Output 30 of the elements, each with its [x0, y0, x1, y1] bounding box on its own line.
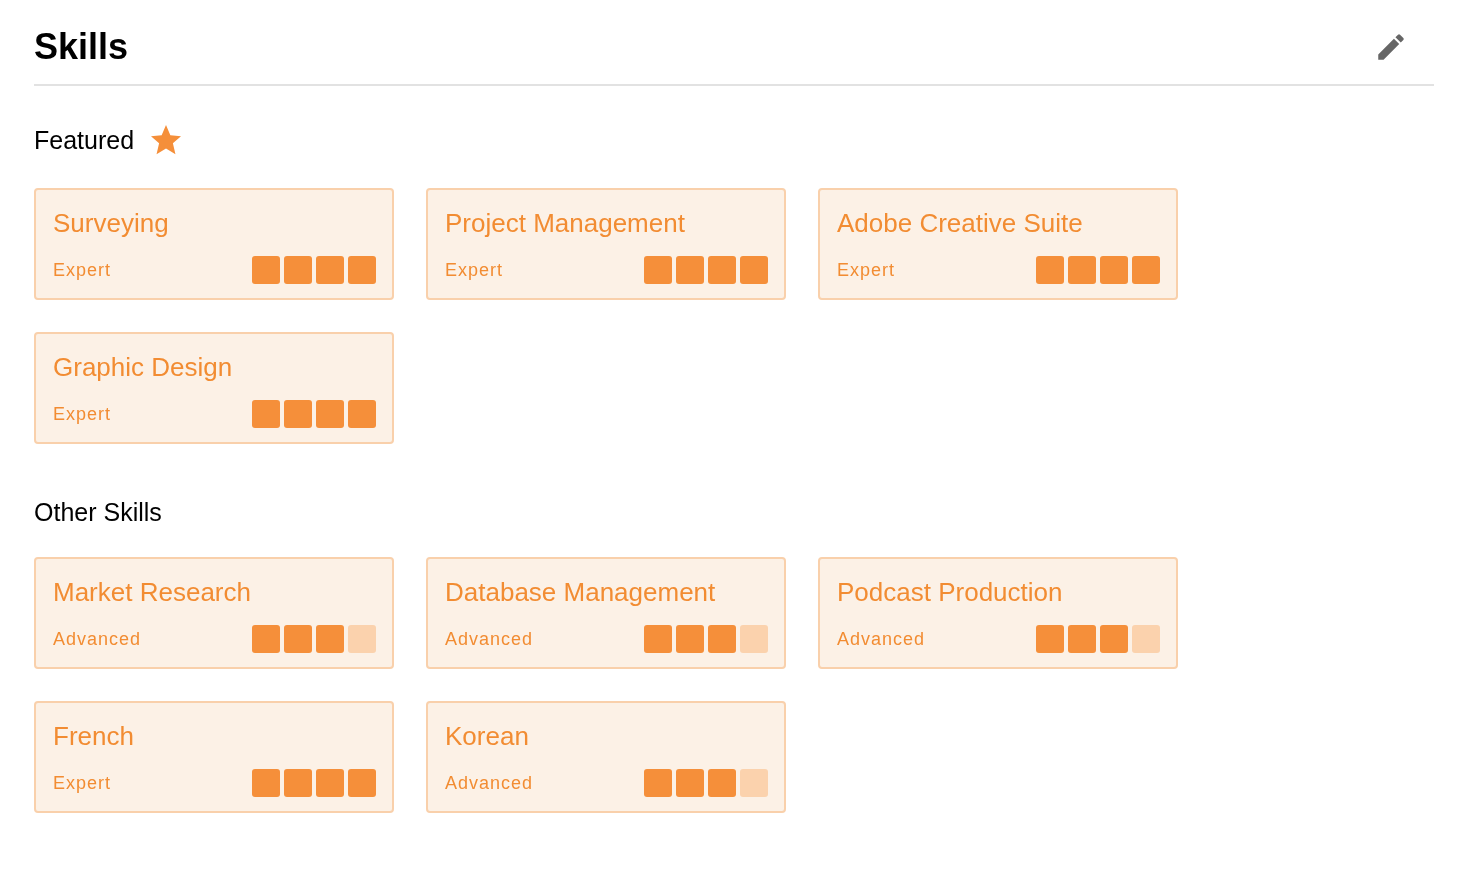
skill-name: Surveying: [53, 208, 170, 239]
skill-level: Expert: [53, 259, 112, 281]
skill-level: Expert: [53, 772, 112, 794]
skill-card[interactable]: Database Management Advanced: [426, 557, 786, 669]
skill-level: Expert: [445, 259, 504, 281]
skill-name: Market Research: [53, 577, 252, 608]
skill-level: Advanced: [445, 772, 534, 794]
skill-card[interactable]: Market Research Advanced: [34, 557, 394, 669]
skill-name: Database Management: [445, 577, 717, 608]
skill-card[interactable]: Korean Advanced: [426, 701, 786, 813]
skill-level: Expert: [837, 259, 896, 281]
skill-level: Advanced: [837, 628, 926, 650]
skill-name: Graphic Design: [53, 352, 234, 383]
skill-name: Podcast Production: [837, 577, 1064, 608]
skill-level: Advanced: [53, 628, 142, 650]
skill-name: Adobe Creative Suite: [837, 208, 1084, 239]
skill-card[interactable]: Surveying Expert: [34, 188, 394, 300]
skill-card[interactable]: Adobe Creative Suite Expert: [818, 188, 1178, 300]
section-heading: Other Skills: [34, 498, 162, 527]
skill-card[interactable]: Podcast Production Advanced: [818, 557, 1178, 669]
skill-level: Advanced: [445, 628, 534, 650]
page-title: Skills: [34, 26, 129, 68]
skill-name: Korean: [445, 721, 530, 752]
skill-card[interactable]: Graphic Design Expert: [34, 332, 394, 444]
skill-card[interactable]: Project Management Expert: [426, 188, 786, 300]
skill-card[interactable]: French Expert: [34, 701, 394, 813]
skill-name: Project Management: [445, 208, 686, 239]
skill-level: Expert: [53, 403, 112, 425]
section-heading: Featured: [34, 125, 135, 155]
skill-name: French: [53, 721, 135, 752]
